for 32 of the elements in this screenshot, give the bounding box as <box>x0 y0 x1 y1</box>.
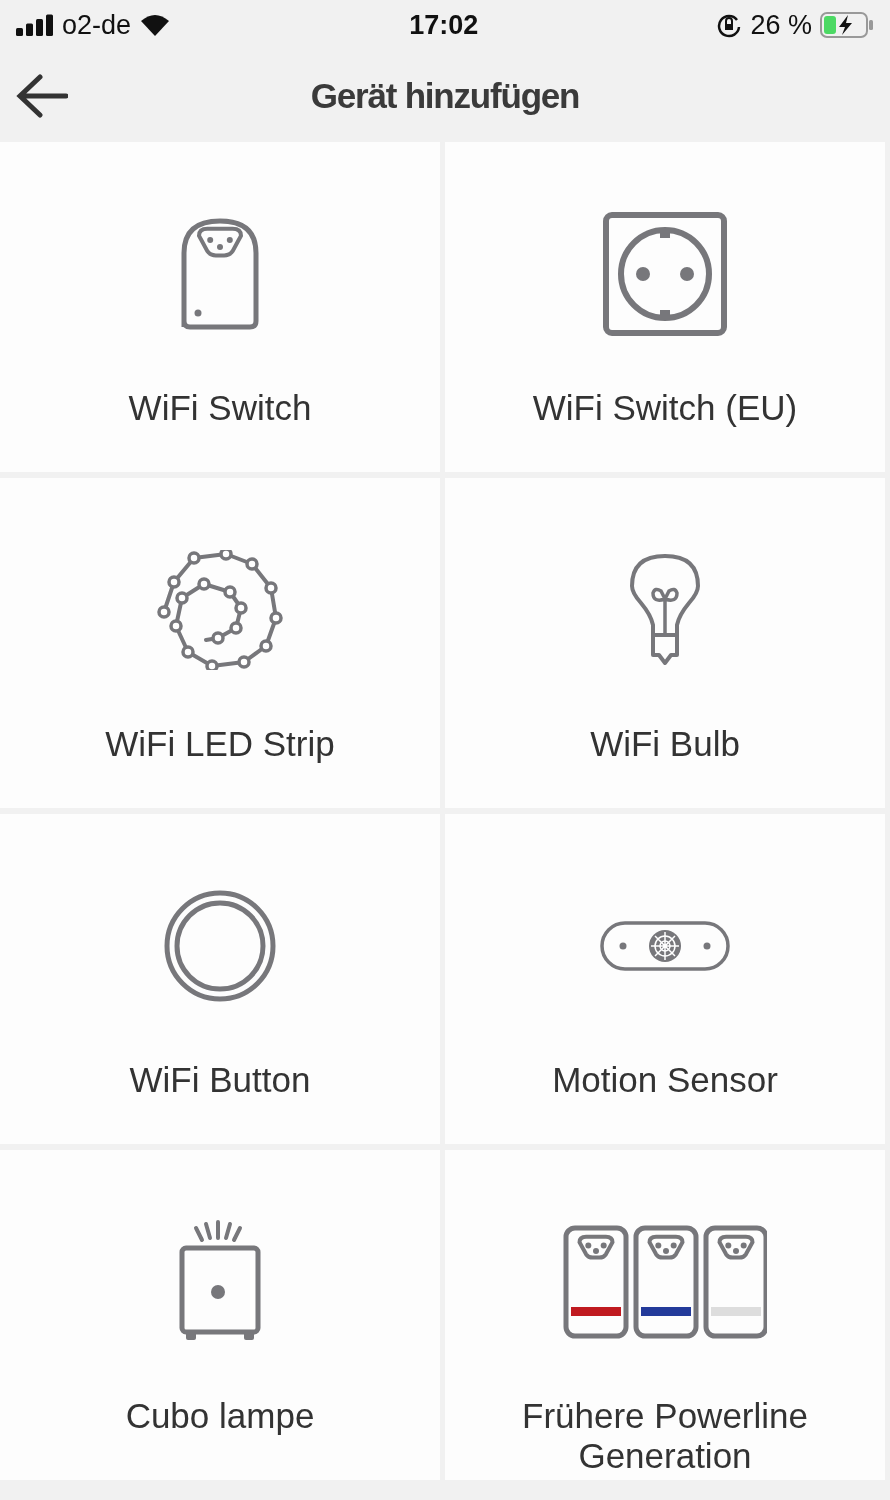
device-label: Frühere Powerline Generation <box>521 1396 809 1477</box>
plug-icon <box>180 217 260 331</box>
device-label: WiFi Button <box>129 1060 311 1101</box>
device-label: Cubo lampe <box>125 1396 315 1437</box>
device-tile[interactable]: WiFi Button <box>0 814 440 1144</box>
socket-icon <box>603 212 727 336</box>
battery-percent: 26 % <box>750 9 812 41</box>
device-label: WiFi Switch <box>128 388 312 429</box>
device-tile[interactable]: Motion Sensor <box>445 814 885 1144</box>
ring-button-icon <box>164 890 276 1002</box>
device-tile[interactable]: WiFi Switch (EU) <box>445 142 885 472</box>
device-label: WiFi LED Strip <box>105 724 335 765</box>
led-strip-icon <box>156 550 284 670</box>
powerline-adapters-icon <box>563 1225 767 1339</box>
device-tile[interactable]: Cubo lampe <box>0 1150 440 1480</box>
motion-sensor-icon <box>600 921 730 971</box>
device-tile[interactable]: Frühere Powerline Generation <box>445 1150 885 1480</box>
rotation-lock-icon <box>716 12 743 38</box>
carrier-name: o2-de <box>62 9 132 41</box>
device-tile[interactable]: WiFi Bulb <box>445 478 885 808</box>
signal-icon <box>16 14 54 36</box>
device-tile[interactable]: WiFi LED Strip <box>0 478 440 808</box>
page-title: Gerät hinzufügen <box>310 76 580 116</box>
device-label: Motion Sensor <box>552 1060 778 1101</box>
device-label: WiFi Bulb <box>590 724 740 765</box>
device-tile[interactable]: WiFi Switch <box>0 142 440 472</box>
light-bulb-icon <box>629 553 701 667</box>
device-label: WiFi Switch (EU) <box>532 388 798 429</box>
back-arrow-icon <box>16 74 68 118</box>
wifi-icon <box>139 13 172 37</box>
battery-charging-icon <box>820 12 874 38</box>
clock-time: 17:02 <box>409 9 479 41</box>
